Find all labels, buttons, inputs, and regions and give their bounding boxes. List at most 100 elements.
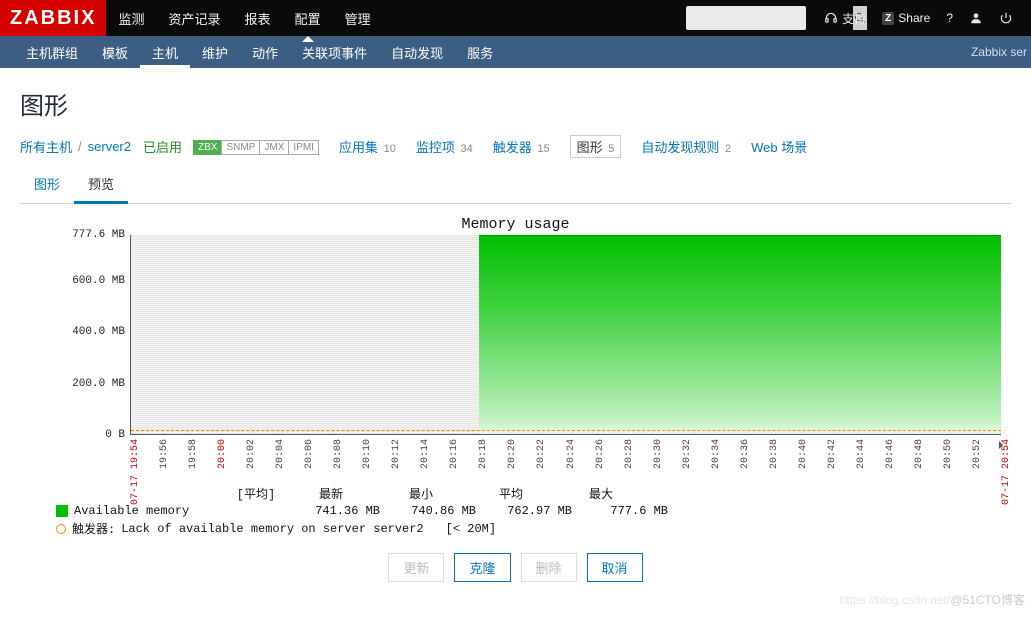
tab-graph[interactable]: 图形 — [20, 168, 74, 203]
headset-icon — [824, 11, 838, 25]
x-tick: 20:20 — [507, 439, 518, 469]
x-tick: 20:00 — [217, 439, 228, 469]
x-tick: 20:18 — [478, 439, 489, 469]
swatch-green-icon — [56, 505, 68, 517]
x-tick: 20:22 — [536, 439, 547, 469]
x-tick: 20:16 — [449, 439, 460, 469]
x-tick: 20:32 — [682, 439, 693, 469]
tabs: 图形 预览 — [20, 168, 1011, 204]
user-icon — [969, 11, 983, 25]
x-tick: 20:40 — [798, 439, 809, 469]
share-label: Share — [898, 11, 930, 25]
x-tick: 20:42 — [827, 439, 838, 469]
tag-zbx[interactable]: ZBX — [193, 140, 222, 155]
tag-ipmi[interactable]: IPMI — [288, 140, 319, 155]
chart-plot — [130, 235, 1001, 435]
chart-trigger-line — [131, 430, 1001, 431]
bc-all-hosts[interactable]: 所有主机 — [20, 137, 72, 156]
cancel-button[interactable]: 取消 — [587, 553, 643, 582]
x-tick: 20:52 — [972, 439, 983, 469]
legend-row-trigger: 触发器: Lack of available memory on server … — [56, 520, 1011, 537]
subnav-maintenance[interactable]: 维护 — [190, 36, 240, 68]
share-link[interactable]: Z Share — [882, 11, 930, 25]
topnav-item-config[interactable]: 配置 — [283, 0, 333, 36]
x-tick: 20:36 — [740, 439, 751, 469]
y-tick: 777.6 MB — [72, 229, 125, 241]
chart-title: Memory usage — [20, 216, 1011, 233]
chart: Memory usage 777.6 MB600.0 MB400.0 MB200… — [20, 210, 1011, 582]
y-tick: 200.0 MB — [72, 378, 125, 390]
x-tick: 20:38 — [769, 439, 780, 469]
x-tick: 20:08 — [333, 439, 344, 469]
server-name: Zabbix ser — [971, 45, 1031, 59]
subnav-hostgroups[interactable]: 主机群组 — [14, 36, 90, 68]
x-tick: 07-17 20:54 — [1001, 439, 1012, 505]
section-web[interactable]: Web 场景 — [751, 137, 807, 156]
swatch-trigger-icon — [56, 524, 66, 534]
x-tick: 20:26 — [595, 439, 606, 469]
section-applications[interactable]: 应用集 10 — [339, 137, 396, 156]
x-tick: 20:44 — [856, 439, 867, 469]
delete-button: 删除 — [521, 553, 577, 582]
x-tick: 20:30 — [653, 439, 664, 469]
chart-nodata-zone — [131, 235, 479, 434]
section-graphs: 图形 5 — [570, 135, 622, 158]
x-tick: 19:56 — [159, 439, 170, 469]
bc-host[interactable]: server2 — [88, 139, 131, 154]
topnav-item-monitor[interactable]: 监测 — [106, 0, 156, 36]
legend-avg: 762.97 MB — [482, 504, 572, 518]
chart-area: 777.6 MB600.0 MB400.0 MB200.0 MB0 B 07-1… — [130, 235, 1001, 445]
legend-min: 740.86 MB — [386, 504, 476, 518]
breadcrumb: 所有主机 / server2 已启用 ZBXSNMPJMXIPMI 应用集 10… — [20, 135, 1011, 158]
clone-button[interactable]: 克隆 — [454, 553, 510, 582]
user-link[interactable] — [969, 11, 983, 25]
update-button: 更新 — [388, 553, 444, 582]
x-tick: 20:46 — [885, 439, 896, 469]
subnav-actions[interactable]: 动作 — [240, 36, 290, 68]
x-tick: 19:58 — [188, 439, 199, 469]
help-link[interactable]: ? — [946, 11, 953, 25]
button-row: 更新 克隆 删除 取消 — [20, 553, 1011, 582]
x-tick: 20:04 — [275, 439, 286, 469]
x-tick: 20:06 — [304, 439, 315, 469]
legend-trigger-threshold: < 20M — [453, 522, 489, 536]
x-tick: 20:48 — [914, 439, 925, 469]
chart-data-zone — [479, 235, 1001, 435]
bc-sep: / — [78, 139, 82, 154]
topnav-item-admin[interactable]: 管理 — [333, 0, 383, 36]
subnav-hosts[interactable]: 主机 — [140, 36, 190, 68]
chart-x-axis: 07-17 19:54 19:56 19:58 20:00 20:02 20:04 20:0… — [130, 435, 1001, 505]
section-discovery-rules[interactable]: 自动发现规则 2 — [641, 137, 731, 156]
subnav-services[interactable]: 服务 — [455, 36, 505, 68]
x-tick: 20:28 — [624, 439, 635, 469]
x-tick: 20:14 — [420, 439, 431, 469]
x-tick: 20:24 — [566, 439, 577, 469]
subbar: 主机群组 模板 主机 维护 动作 关联项事件 自动发现 服务 Zabbix se… — [0, 36, 1031, 68]
logo[interactable]: ZABBIX — [0, 0, 106, 36]
topnav-item-inventory[interactable]: 资产记录 — [156, 0, 232, 36]
z-badge-icon: Z — [882, 12, 894, 25]
section-items[interactable]: 监控项 34 — [416, 137, 473, 156]
y-tick: 600.0 MB — [72, 275, 125, 287]
section-triggers[interactable]: 触发器 15 — [493, 137, 550, 156]
tag-snmp[interactable]: SNMP — [221, 140, 260, 155]
legend-series-name: Available memory — [74, 504, 224, 518]
subnav-templates[interactable]: 模板 — [90, 36, 140, 68]
x-tick: 20:50 — [943, 439, 954, 469]
search-wrap — [686, 6, 806, 30]
power-icon — [999, 11, 1013, 25]
tag-jmx[interactable]: JMX — [259, 140, 289, 155]
status-enabled: 已启用 — [143, 137, 182, 156]
support-label: 支持 — [842, 10, 866, 27]
subnav-discovery[interactable]: 自动发现 — [379, 36, 455, 68]
topnav: 监测 资产记录 报表 配置 管理 — [106, 0, 382, 36]
x-tick: 20:12 — [391, 439, 402, 469]
support-link[interactable]: 支持 — [824, 10, 866, 27]
logout-link[interactable] — [999, 11, 1013, 25]
x-tick: 20:02 — [246, 439, 257, 469]
x-tick: 07-17 19:54 — [130, 439, 141, 505]
page-title: 图形 — [20, 86, 1011, 121]
tab-preview[interactable]: 预览 — [74, 168, 128, 204]
topnav-item-reports[interactable]: 报表 — [232, 0, 282, 36]
legend-trigger-prefix: 触发器: — [72, 520, 115, 537]
